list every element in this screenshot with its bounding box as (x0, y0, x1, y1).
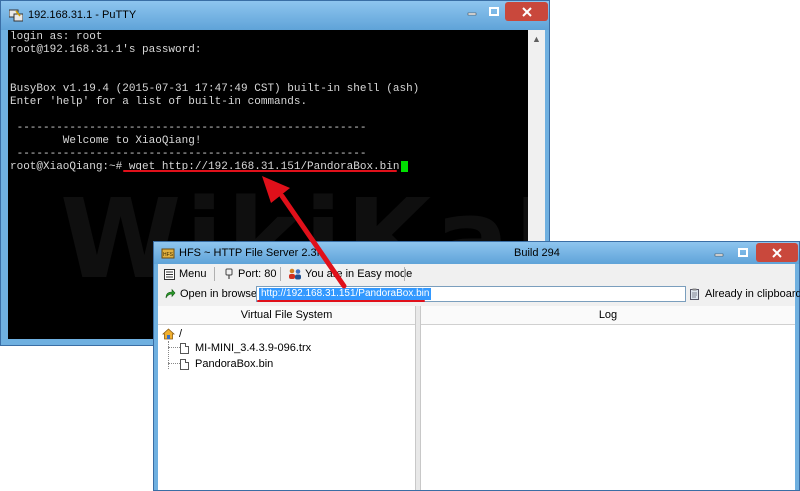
putty-maximize-button[interactable] (481, 2, 507, 21)
terminal-line: login as: root (10, 31, 103, 43)
toolbar-separator (280, 267, 281, 281)
vfs-root-label: / (179, 328, 183, 340)
minimize-icon (467, 12, 477, 15)
users-icon (289, 268, 301, 280)
terminal-cursor (401, 161, 408, 172)
terminal-line: Welcome to XiaoQiang! (10, 135, 202, 147)
hfs-panes: Virtual File System Log / MI-MINI_3.4.3.… (158, 306, 795, 490)
hfs-toolbar-main: Menu Port: 80 You are in Easy mode (158, 264, 795, 284)
open-in-browser-button[interactable]: Open in browser (164, 286, 261, 302)
hfs-maximize-button[interactable] (730, 243, 756, 262)
open-browser-arrow-icon (165, 288, 176, 299)
terminal-line: Enter 'help' for a list of built-in comm… (10, 96, 308, 108)
terminal-line: ----------------------------------------… (10, 122, 367, 134)
toolbar-separator (404, 267, 405, 281)
vfs-header: Virtual File System (158, 306, 415, 325)
terminal-line: BusyBox v1.19.4 (2015-07-31 17:47:49 CST… (10, 83, 420, 95)
maximize-icon (489, 6, 499, 16)
hfs-client-area: Menu Port: 80 You are in Easy mode Open … (158, 264, 800, 490)
putty-close-button[interactable] (505, 2, 548, 21)
log-pane[interactable] (421, 325, 795, 490)
close-icon (772, 247, 782, 258)
putty-app-icon (9, 9, 23, 22)
putty-window-title: 192.168.31.1 - PuTTY (28, 9, 137, 21)
hfs-window-title: HFS ~ HTTP File Server 2.3f (179, 247, 320, 259)
easy-mode-button[interactable]: You are in Easy mode (288, 266, 412, 282)
hfs-titlebar[interactable]: HFS HFS ~ HTTP File Server 2.3f Build 29… (154, 242, 799, 264)
vfs-file-name: PandoraBox.bin (195, 358, 274, 370)
hfs-minimize-button[interactable] (706, 243, 732, 262)
hfs-window: HFS HFS ~ HTTP File Server 2.3f Build 29… (153, 241, 800, 491)
toolbar-separator (214, 267, 215, 281)
clipboard-label: Already in clipboard (705, 288, 800, 300)
hfs-app-icon: HFS (161, 248, 175, 259)
hfs-close-button[interactable] (756, 243, 798, 262)
vfs-file-item[interactable]: MI-MINI_3.4.3.9-096.trx (180, 341, 311, 355)
tree-connector (168, 347, 180, 348)
menu-icon (164, 268, 175, 280)
file-icon (180, 358, 189, 370)
scroll-up-icon[interactable]: ▲ (528, 30, 545, 47)
log-header: Log (421, 306, 795, 325)
tree-connector (168, 341, 169, 369)
terminal-line: ----------------------------------------… (10, 148, 367, 160)
port-plug-icon (225, 268, 233, 279)
command-highlight-underline (123, 170, 397, 172)
terminal-line: root@192.168.31.1's password: (10, 44, 202, 56)
vfs-file-item[interactable]: PandoraBox.bin (180, 357, 273, 371)
putty-titlebar[interactable]: 192.168.31.1 - PuTTY (1, 1, 549, 30)
hfs-toolbar-url: Open in browser http://192.168.31.151/Pa… (158, 284, 800, 304)
vfs-file-name: MI-MINI_3.4.3.9-096.trx (195, 342, 312, 354)
svg-text:HFS: HFS (163, 252, 174, 258)
home-folder-icon (162, 328, 175, 340)
open-in-browser-label: Open in browser (180, 288, 261, 300)
port-button[interactable]: Port: 80 (224, 266, 277, 282)
clipboard-icon (690, 288, 699, 300)
vfs-tree-pane[interactable]: / MI-MINI_3.4.3.9-096.trx PandoraBox.bin (158, 325, 415, 490)
menu-button[interactable]: Menu (164, 266, 207, 282)
close-icon (521, 6, 532, 17)
easy-mode-label: You are in Easy mode (305, 268, 413, 280)
hfs-build-label: Build 294 (514, 247, 560, 259)
file-icon (180, 342, 189, 354)
minimize-icon (714, 253, 724, 256)
menu-button-label: Menu (179, 268, 207, 280)
copy-to-clipboard-button[interactable]: Already in clipboard (690, 286, 800, 302)
vfs-root-node[interactable]: / (162, 327, 182, 341)
maximize-icon (738, 247, 748, 257)
tree-connector (168, 363, 180, 364)
url-field-selected-text: http://192.168.31.151/PandoraBox.bin (259, 288, 432, 300)
url-highlight-underline (257, 300, 425, 302)
port-button-label: Port: 80 (238, 268, 277, 280)
